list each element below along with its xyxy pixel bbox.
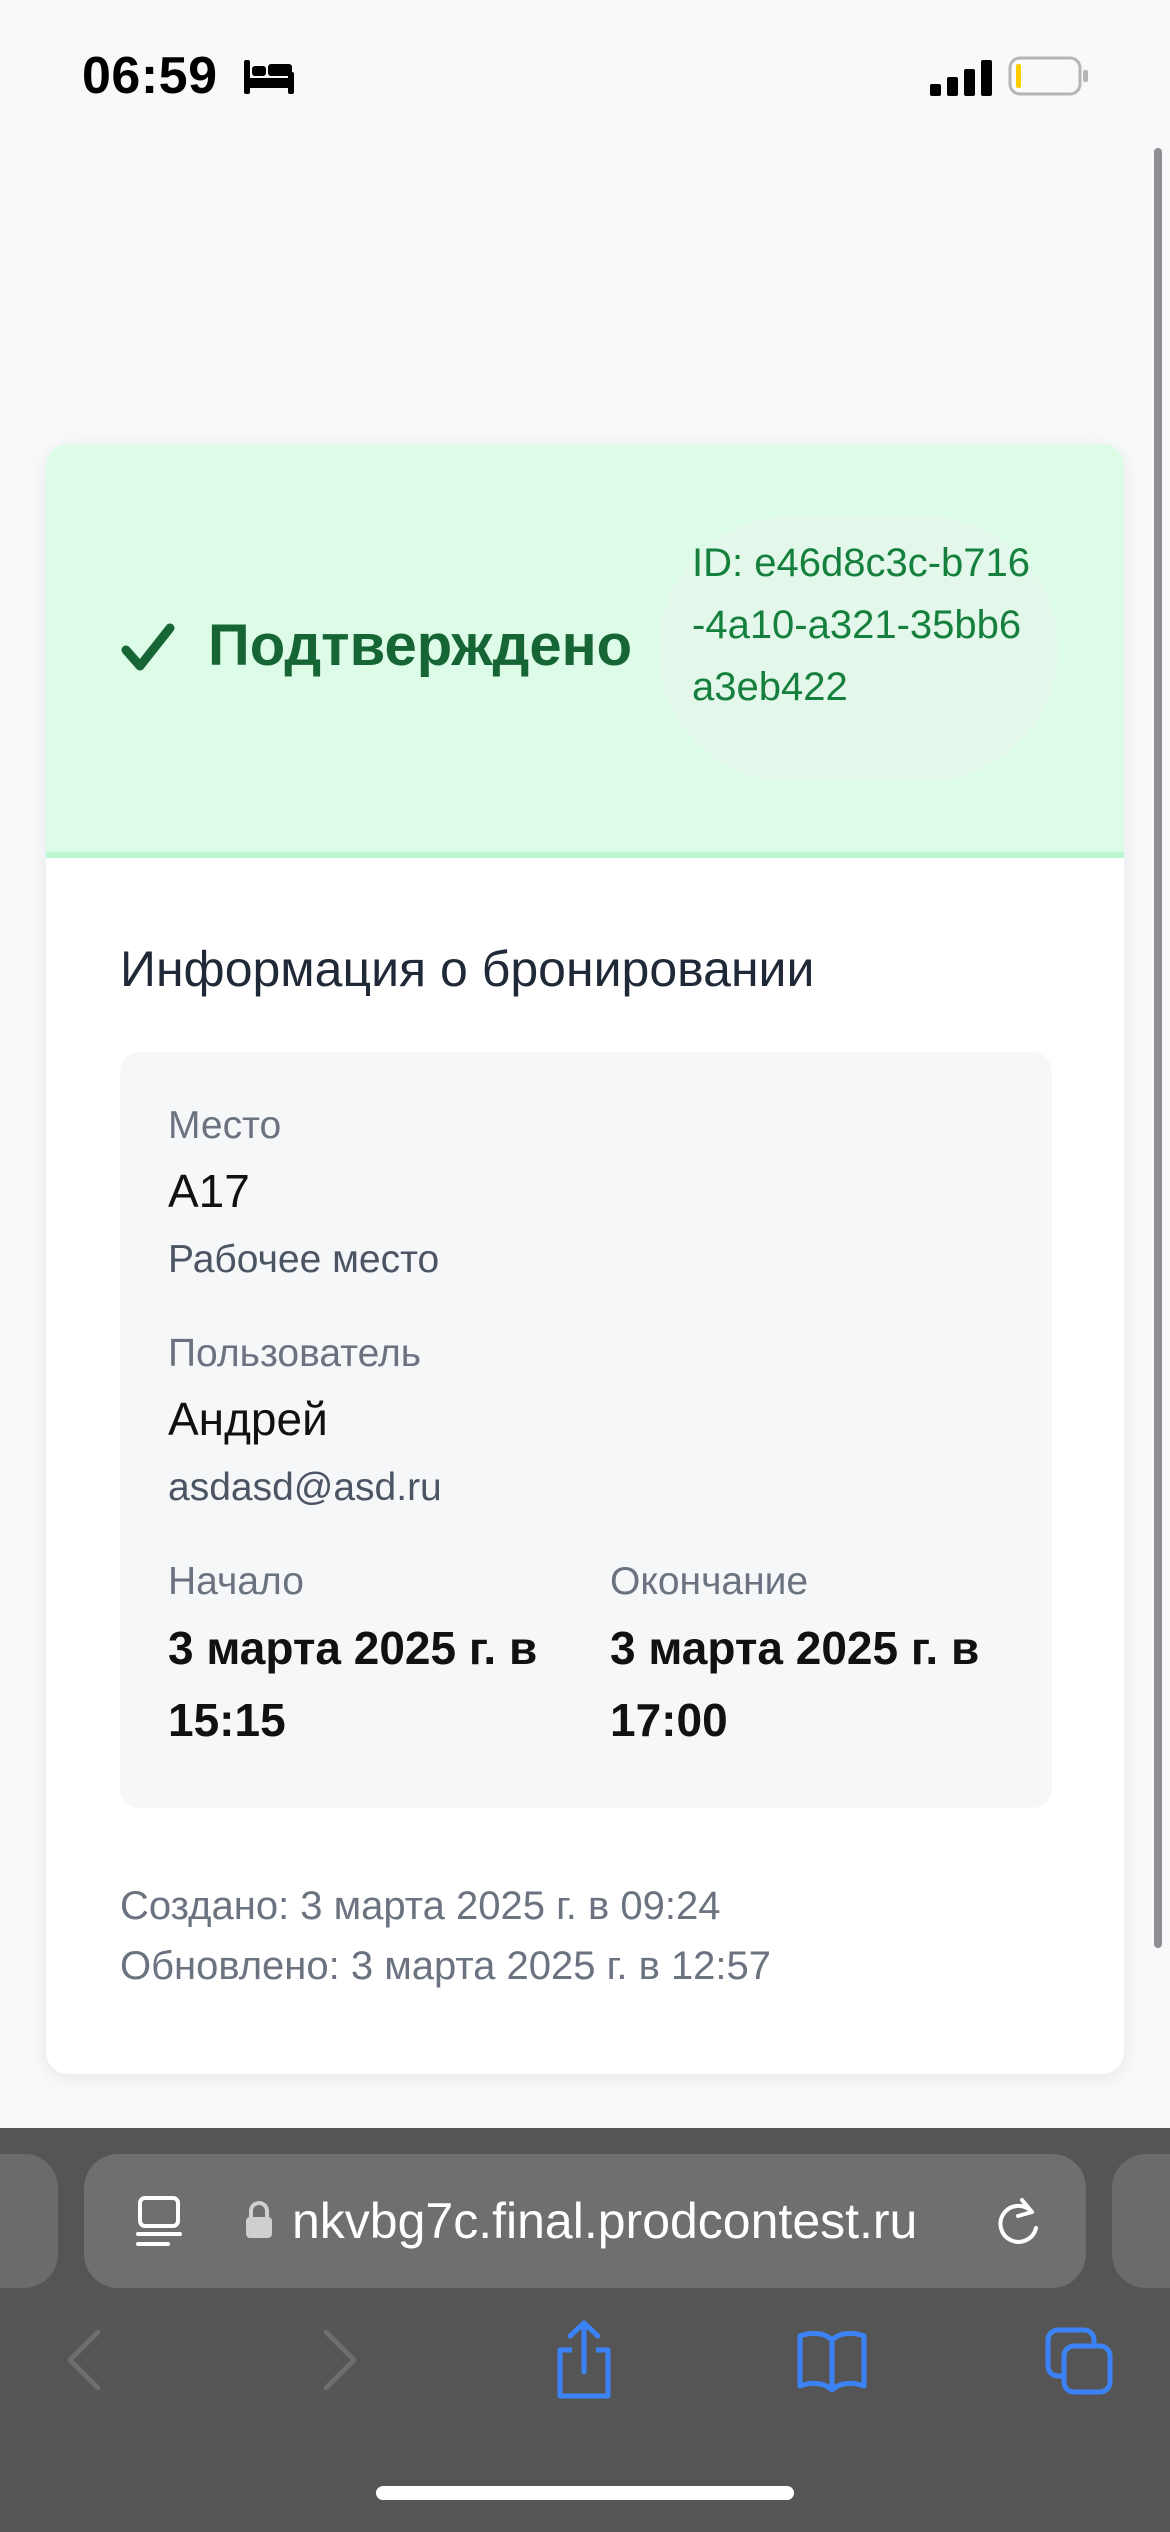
battery-icon	[1008, 56, 1088, 96]
bed-icon	[244, 60, 294, 94]
tabs-icon[interactable]	[1044, 2326, 1114, 2396]
section-title: Информация о бронировании	[120, 941, 815, 997]
scroll-indicator[interactable]	[1154, 148, 1162, 1948]
screen: 06:59 Подтверждено ID: e46d8c3c-b716-4a1…	[0, 0, 1170, 2532]
address-bar[interactable]: nkvbg7c.final.prodcontest.ru	[84, 2154, 1086, 2288]
start-label: Начало	[168, 1560, 304, 1603]
start-value: 3 марта 2025 г. в 15:15	[168, 1622, 538, 1746]
url-text[interactable]: nkvbg7c.final.prodcontest.ru	[292, 2192, 917, 2250]
check-icon	[121, 623, 175, 671]
user-name: Андрей	[168, 1393, 328, 1445]
status-title: Подтверждено	[208, 613, 633, 678]
back-icon[interactable]	[64, 2328, 104, 2392]
status-time: 06:59	[82, 47, 218, 105]
reader-icon[interactable]	[134, 2194, 184, 2248]
status-bar: 06:59	[0, 0, 1170, 150]
booking-details: Место A17 Рабочее место Пользователь Анд…	[120, 1052, 1052, 1808]
forward-icon[interactable]	[320, 2328, 360, 2392]
reload-icon[interactable]	[992, 2194, 1044, 2250]
booking-card: Подтверждено ID: e46d8c3c-b716-4a10-a321…	[46, 444, 1124, 2074]
previous-tab-preview[interactable]	[0, 2154, 58, 2288]
status-header: Подтверждено ID: e46d8c3c-b716-4a10-a321…	[46, 444, 1124, 858]
home-indicator[interactable]	[376, 2486, 794, 2500]
updated-at: Обновлено: 3 марта 2025 г. в 12:57	[120, 1944, 772, 1988]
user-label: Пользователь	[168, 1332, 422, 1375]
place-value: A17	[168, 1165, 250, 1217]
created-at: Создано: 3 марта 2025 г. в 09:24	[120, 1884, 721, 1928]
place-type: Рабочее место	[168, 1238, 440, 1281]
browser-toolbar: nkvbg7c.final.prodcontest.ru	[0, 2128, 1170, 2532]
end-value: 3 марта 2025 г. в 17:00	[610, 1622, 980, 1746]
signal-icon	[930, 60, 992, 96]
lock-icon	[246, 2201, 272, 2238]
booking-id: ID: e46d8c3c-b716-4a10-a321-35bb6a3eb422	[692, 541, 1031, 709]
place-label: Место	[168, 1104, 282, 1147]
next-tab-preview[interactable]	[1112, 2154, 1170, 2288]
bookmarks-icon[interactable]	[796, 2328, 868, 2392]
share-icon[interactable]	[552, 2320, 616, 2400]
end-label: Окончание	[610, 1560, 809, 1603]
user-email: asdasd@asd.ru	[168, 1466, 442, 1509]
